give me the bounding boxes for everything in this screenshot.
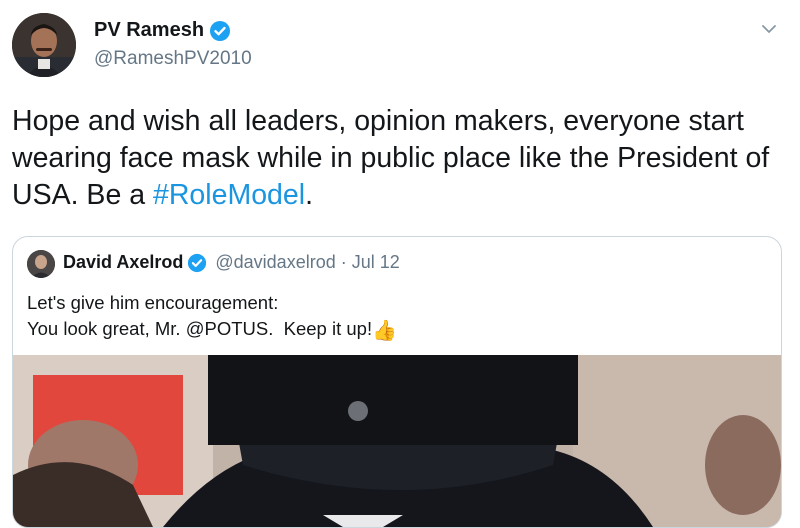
author-handle[interactable]: @RameshPV2010 <box>94 48 252 70</box>
quoted-tweet-text: Let's give him encouragement: You look g… <box>27 290 397 344</box>
quoted-display-name[interactable]: David Axelrod <box>63 252 183 273</box>
verified-badge-icon <box>187 253 207 273</box>
quoted-media-image[interactable] <box>13 355 781 527</box>
quoted-author-avatar[interactable] <box>27 250 55 278</box>
verified-badge-icon <box>209 20 231 42</box>
tweet-text: Hope and wish all leaders, opinion maker… <box>12 103 782 214</box>
thumbs-up-emoji: 👍 <box>372 320 398 342</box>
author-avatar[interactable] <box>12 13 76 77</box>
tweet-text-main: Hope and wish all leaders, opinion maker… <box>12 105 770 211</box>
quoted-date[interactable]: Jul 12 <box>352 252 400 273</box>
hashtag-link[interactable]: #RoleModel <box>153 179 305 211</box>
chevron-down-icon[interactable] <box>758 18 780 40</box>
quoted-handle[interactable]: @davidaxelrod <box>215 252 335 273</box>
tweet-text-end: . <box>305 179 313 211</box>
quoted-text-line-1: Let's give him encouragement: <box>27 292 279 313</box>
author-display-name[interactable]: PV Ramesh <box>94 19 204 42</box>
separator-dot: · <box>340 252 347 272</box>
quoted-tweet-card[interactable]: David Axelrod @davidaxelrod · Jul 12 Let… <box>12 236 782 528</box>
quoted-text-line-2: You look great, Mr. @POTUS. Keep it up! <box>27 318 373 339</box>
